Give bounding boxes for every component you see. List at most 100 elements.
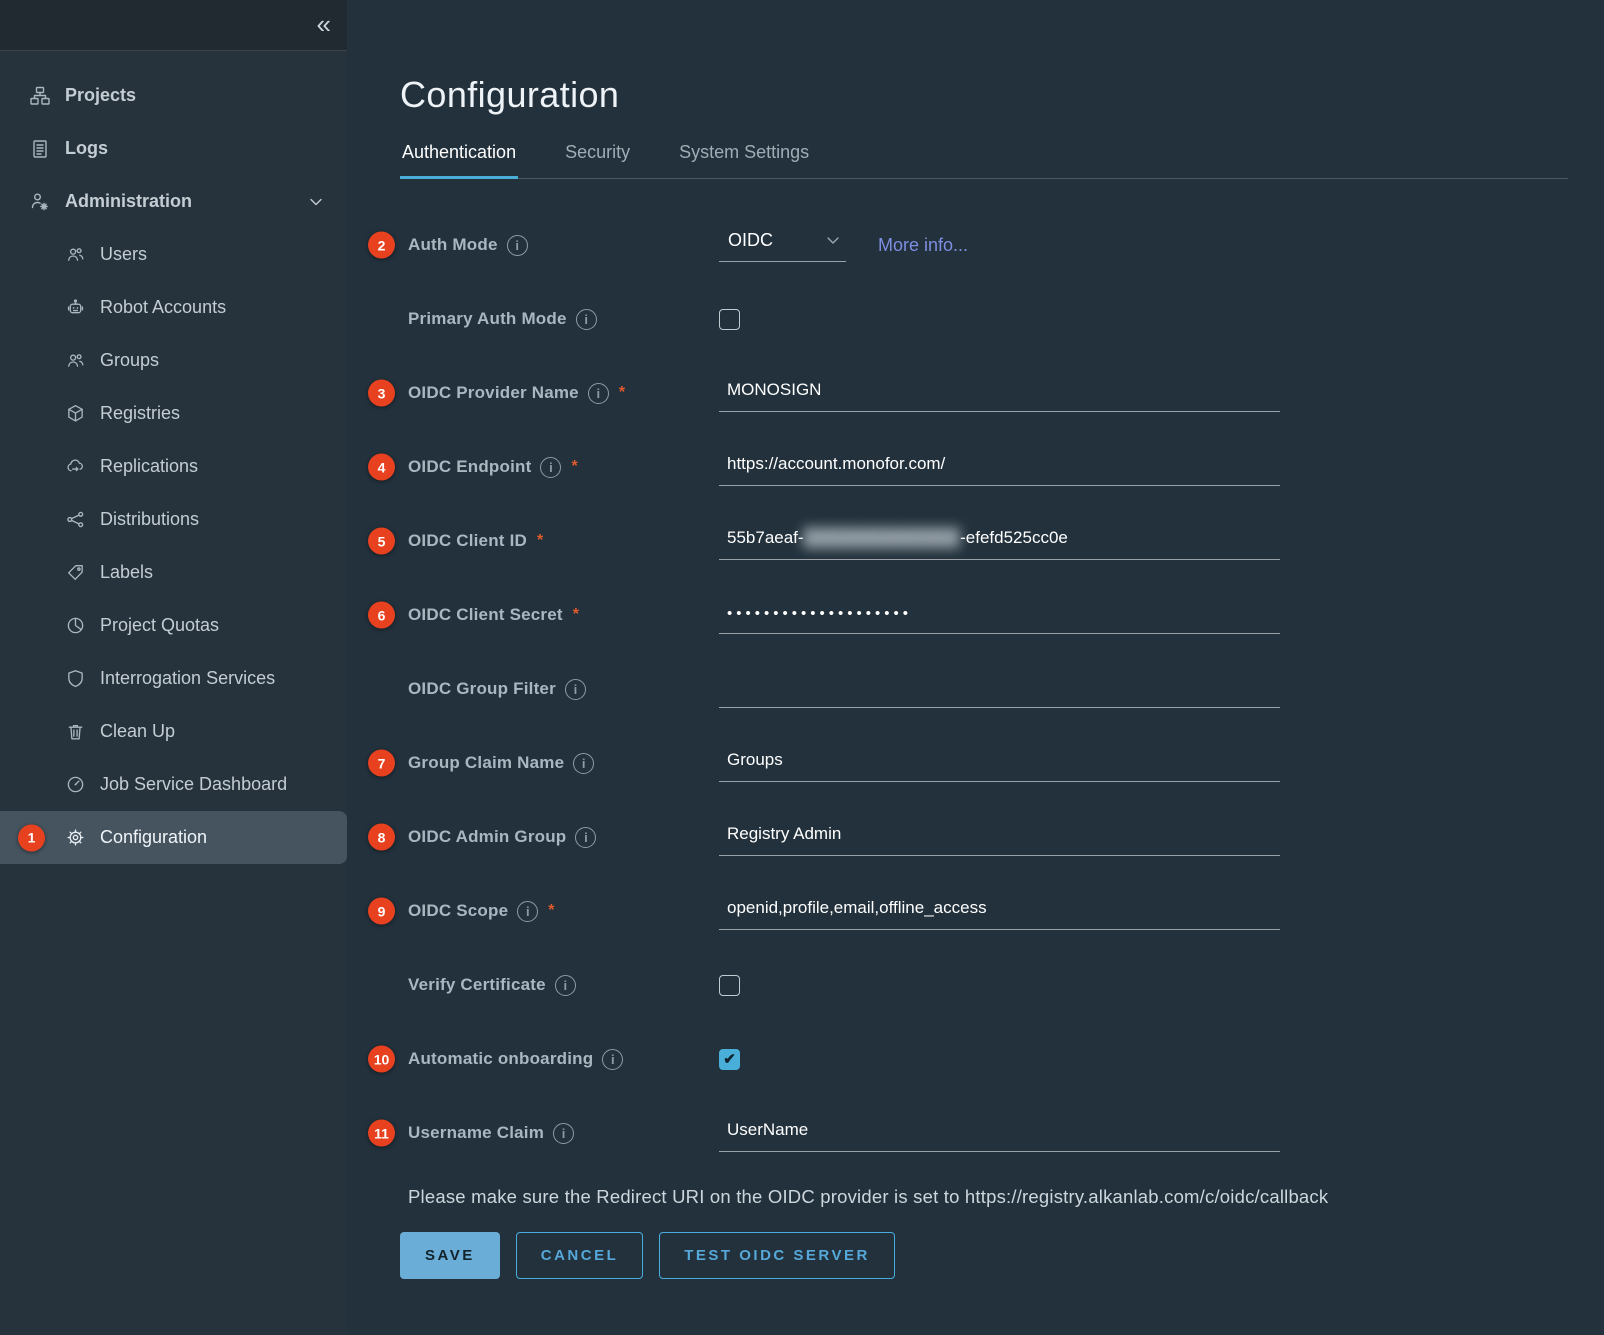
info-icon[interactable]: i [588, 383, 609, 404]
sidebar-item-label: Configuration [100, 827, 207, 848]
sidebar-item-project-quotas[interactable]: Project Quotas [0, 599, 347, 652]
logs-icon [30, 139, 50, 159]
oidc-scope-value: openid,profile,email,offline_access [727, 898, 987, 918]
sidebar-item-label: Clean Up [100, 721, 175, 742]
sidebar-item-logs[interactable]: Logs [0, 122, 347, 175]
oidc-client-id-label: OIDC Client ID [408, 531, 527, 551]
gear-icon [66, 828, 85, 847]
info-icon[interactable]: i [602, 1049, 623, 1070]
sidebar-item-registries[interactable]: Registries [0, 387, 347, 440]
client-id-suffix: -efefd525cc0e [960, 528, 1068, 548]
sidebar-item-configuration[interactable]: 1 Configuration [0, 811, 347, 864]
sidebar-item-label: Interrogation Services [100, 668, 275, 689]
oidc-admin-group-value: Registry Admin [727, 824, 841, 844]
oidc-admin-group-input[interactable]: Registry Admin [719, 818, 1280, 856]
sidebar-item-users[interactable]: Users [0, 228, 347, 281]
oidc-provider-name-value: MONOSIGN [727, 380, 821, 400]
sidebar-header: « [0, 0, 347, 51]
row-username-claim: 11 Username Claim i UserName [400, 1096, 1568, 1170]
oidc-scope-input[interactable]: openid,profile,email,offline_access [719, 892, 1280, 930]
oidc-group-filter-label: OIDC Group Filter [408, 679, 556, 699]
sidebar-item-robot-accounts[interactable]: Robot Accounts [0, 281, 347, 334]
robot-icon [66, 298, 85, 317]
annotation-badge-5: 5 [368, 528, 395, 555]
oidc-scope-label: OIDC Scope [408, 901, 508, 921]
oidc-endpoint-label: OIDC Endpoint [408, 457, 531, 477]
sidebar-item-label: Administration [65, 191, 192, 212]
tab-security[interactable]: Security [563, 132, 632, 179]
tab-system-settings[interactable]: System Settings [677, 132, 811, 179]
sidebar-item-job-service-dashboard[interactable]: Job Service Dashboard [0, 758, 347, 811]
annotation-badge-10: 10 [368, 1046, 395, 1073]
annotation-badge-9: 9 [368, 898, 395, 925]
required-asterisk: * [573, 606, 579, 624]
info-icon[interactable]: i [540, 457, 561, 478]
client-secret-masked: •••••••••••••••••••• [727, 605, 912, 622]
annotation-badge-11: 11 [368, 1120, 395, 1147]
sidebar-item-clean-up[interactable]: Clean Up [0, 705, 347, 758]
group-claim-name-input[interactable]: Groups [719, 744, 1280, 782]
collapse-sidebar-icon[interactable]: « [317, 6, 331, 42]
sidebar-item-label: Robot Accounts [100, 297, 226, 318]
info-icon[interactable]: i [565, 679, 586, 700]
tag-icon [66, 563, 85, 582]
row-automatic-onboarding: 10 Automatic onboarding i ✔ [400, 1022, 1568, 1096]
annotation-badge-6: 6 [368, 602, 395, 629]
more-info-link[interactable]: More info... [878, 235, 968, 256]
sidebar-item-labels[interactable]: Labels [0, 546, 347, 599]
username-claim-input[interactable]: UserName [719, 1114, 1280, 1152]
sidebar-item-interrogation-services[interactable]: Interrogation Services [0, 652, 347, 705]
sidebar-item-groups[interactable]: Groups [0, 334, 347, 387]
sidebar-item-projects[interactable]: Projects [0, 69, 347, 122]
oidc-client-secret-label: OIDC Client Secret [408, 605, 563, 625]
redirect-uri-note: Please make sure the Redirect URI on the… [408, 1186, 1568, 1208]
sidebar-item-label: Users [100, 244, 147, 265]
tab-authentication[interactable]: Authentication [400, 132, 518, 179]
oidc-endpoint-input[interactable]: https://account.monofor.com/ [719, 448, 1280, 486]
row-group-claim-name: 7 Group Claim Name i Groups [400, 726, 1568, 800]
info-icon[interactable]: i [575, 827, 596, 848]
sidebar-item-label: Logs [65, 138, 108, 159]
users-icon [66, 245, 85, 264]
sidebar-item-label: Job Service Dashboard [100, 774, 287, 795]
info-icon[interactable]: i [576, 309, 597, 330]
primary-auth-mode-checkbox[interactable] [719, 309, 740, 330]
info-icon[interactable]: i [553, 1123, 574, 1144]
org-chart-icon [30, 86, 50, 106]
oidc-admin-group-label: OIDC Admin Group [408, 827, 566, 847]
row-auth-mode: 2 Auth Mode i OIDC More info... [400, 208, 1568, 282]
automatic-onboarding-label: Automatic onboarding [408, 1049, 593, 1069]
test-oidc-server-button[interactable]: TEST OIDC SERVER [659, 1232, 895, 1279]
cancel-button[interactable]: CANCEL [516, 1232, 644, 1279]
verify-certificate-checkbox[interactable] [719, 975, 740, 996]
tab-bar: Authentication Security System Settings [400, 132, 1568, 179]
row-oidc-provider-name: 3 OIDC Provider Name i * MONOSIGN [400, 356, 1568, 430]
save-button[interactable]: SAVE [400, 1232, 500, 1279]
sidebar-item-label: Projects [65, 85, 136, 106]
required-asterisk: * [571, 458, 577, 476]
sidebar-item-label: Replications [100, 456, 198, 477]
automatic-onboarding-checkbox[interactable]: ✔ [719, 1049, 740, 1070]
annotation-badge-4: 4 [368, 454, 395, 481]
oidc-group-filter-input[interactable] [719, 670, 1280, 708]
row-oidc-group-filter: OIDC Group Filter i [400, 652, 1568, 726]
info-icon[interactable]: i [517, 901, 538, 922]
sidebar-item-distributions[interactable]: Distributions [0, 493, 347, 546]
oidc-client-secret-input[interactable]: •••••••••••••••••••• [719, 596, 1280, 634]
main-content: Configuration Authentication Security Sy… [347, 0, 1604, 1335]
sidebar-item-administration[interactable]: Administration [0, 175, 347, 228]
oidc-provider-name-input[interactable]: MONOSIGN [719, 374, 1280, 412]
row-oidc-scope: 9 OIDC Scope i * openid,profile,email,of… [400, 874, 1568, 948]
sidebar-item-replications[interactable]: Replications [0, 440, 347, 493]
row-verify-certificate: Verify Certificate i [400, 948, 1568, 1022]
pie-chart-icon [66, 616, 85, 635]
row-oidc-admin-group: 8 OIDC Admin Group i Registry Admin [400, 800, 1568, 874]
chevron-down-icon[interactable] [307, 193, 325, 211]
info-icon[interactable]: i [555, 975, 576, 996]
authentication-form: 2 Auth Mode i OIDC More info... Primary … [400, 208, 1568, 1170]
info-icon[interactable]: i [573, 753, 594, 774]
info-icon[interactable]: i [507, 235, 528, 256]
oidc-client-id-input[interactable]: 55b7aeaf-████████████-efefd525cc0e [719, 522, 1280, 560]
auth-mode-select[interactable]: OIDC [719, 228, 846, 262]
row-oidc-client-secret: 6 OIDC Client Secret * •••••••••••••••••… [400, 578, 1568, 652]
